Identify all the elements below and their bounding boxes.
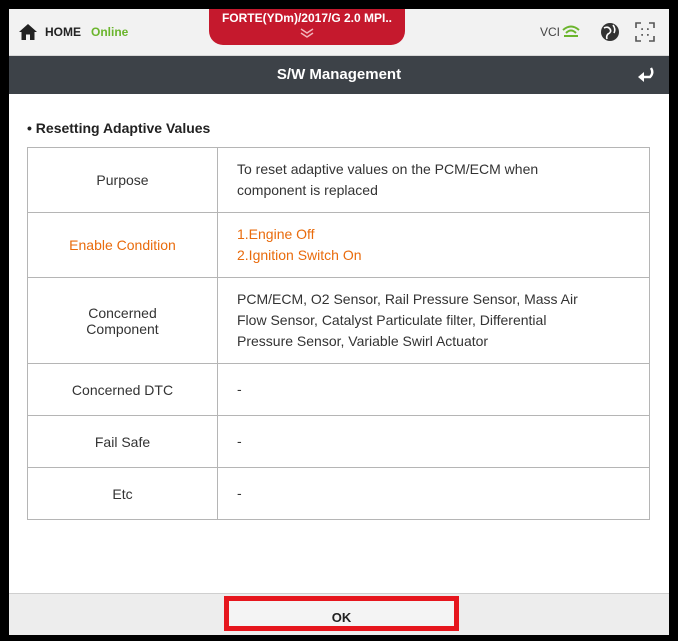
row-value: 1.Engine Off 2.Ignition Switch On [217, 212, 650, 278]
ok-button[interactable]: OK [224, 596, 459, 631]
value-line: Pressure Sensor, Variable Swirl Actuator [237, 333, 489, 349]
value-line: To reset adaptive values on the PCM/ECM … [237, 161, 539, 177]
wifi-icon [562, 25, 580, 37]
globe-icon[interactable] [599, 21, 621, 43]
row-label: Concerned Component [27, 277, 218, 364]
chevron-down-icon [300, 28, 314, 38]
value-line: component is replaced [237, 182, 378, 198]
table-row: Enable Condition 1.Engine Off 2.Ignition… [27, 212, 650, 278]
vci-label: VCI [540, 25, 561, 39]
row-label: Fail Safe [27, 415, 218, 468]
section-title: • Resetting Adaptive Values [27, 120, 211, 136]
row-value: - [217, 415, 650, 468]
table-row: Concerned Component PCM/ECM, O2 Sensor, … [27, 277, 650, 364]
table-row: Fail Safe - [27, 415, 650, 468]
app-window: HOME Online FORTE(YDm)/2017/G 2.0 MPI.. … [9, 9, 669, 635]
row-value: - [217, 467, 650, 520]
value-line: 1.Engine Off [237, 226, 315, 242]
row-label: Etc [27, 467, 218, 520]
ok-button-label: OK [331, 610, 352, 625]
top-bar: HOME Online FORTE(YDm)/2017/G 2.0 MPI.. … [9, 9, 669, 56]
page-title: S/W Management [276, 66, 402, 83]
vehicle-selector[interactable]: FORTE(YDm)/2017/G 2.0 MPI.. [209, 9, 405, 45]
back-arrow-icon[interactable] [635, 66, 655, 84]
table-row: Concerned DTC - [27, 363, 650, 416]
label-line: Concerned [88, 304, 157, 321]
row-value: To reset adaptive values on the PCM/ECM … [217, 147, 650, 213]
fullscreen-icon[interactable] [635, 22, 655, 42]
table-row: Etc - [27, 467, 650, 520]
value-line: PCM/ECM, O2 Sensor, Rail Pressure Sensor… [237, 291, 578, 307]
row-value: - [217, 363, 650, 416]
value-line: Flow Sensor, Catalyst Particulate filter… [237, 312, 547, 328]
vehicle-name: FORTE(YDm)/2017/G 2.0 MPI.. [221, 11, 393, 25]
row-label: Concerned DTC [27, 363, 218, 416]
row-value: PCM/ECM, O2 Sensor, Rail Pressure Sensor… [217, 277, 650, 364]
table-row: Purpose To reset adaptive values on the … [27, 147, 650, 213]
value-line: 2.Ignition Switch On [237, 247, 362, 263]
row-label: Enable Condition [27, 212, 218, 278]
row-label: Purpose [27, 147, 218, 213]
home-icon[interactable] [19, 24, 37, 40]
info-table: Purpose To reset adaptive values on the … [27, 147, 650, 520]
home-label[interactable]: HOME [45, 25, 81, 39]
label-line: Component [86, 320, 159, 337]
title-bar: S/W Management [9, 56, 669, 94]
connection-status: Online [91, 25, 129, 39]
